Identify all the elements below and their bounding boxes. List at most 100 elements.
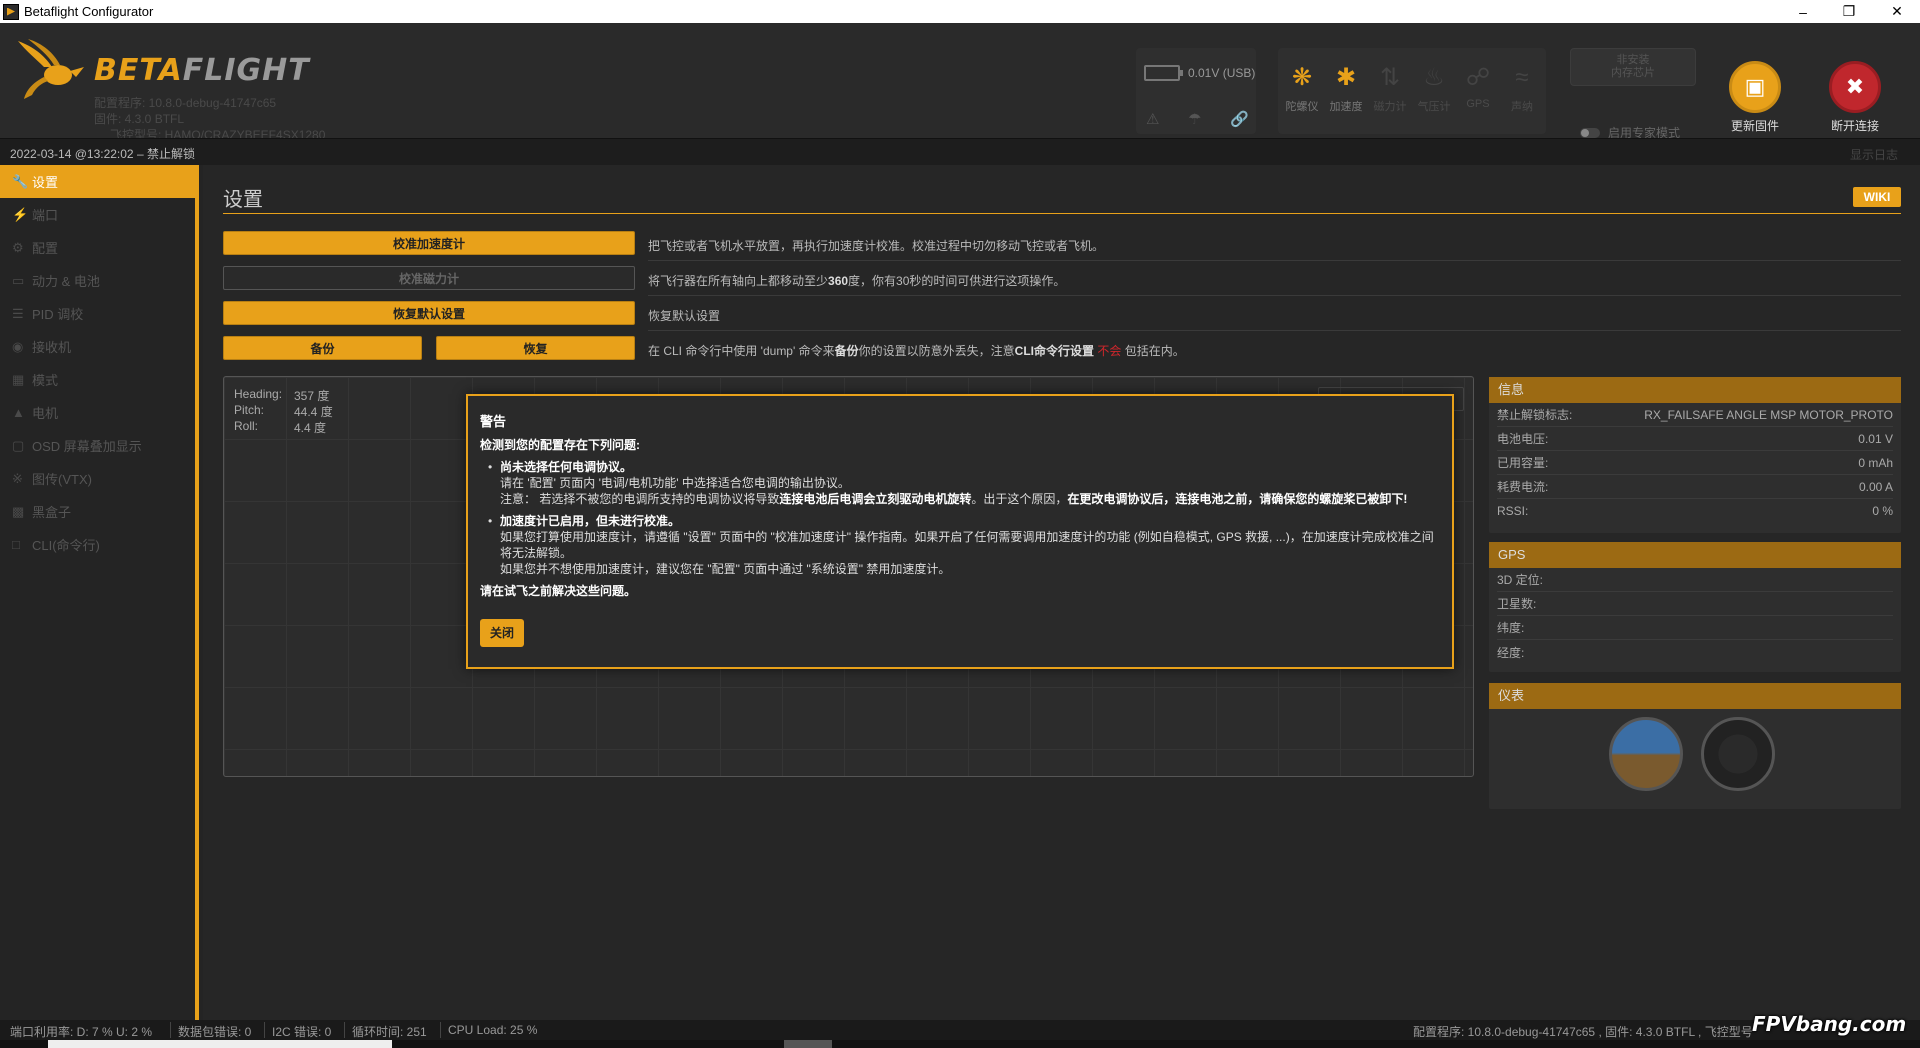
sidebar-item-motors[interactable]: ▲ 电机 [0,396,195,429]
divider [648,295,1901,296]
battery-icon: ▭ [12,272,25,288]
sidebar-item-osd[interactable]: ▢ OSD 屏幕叠加显示 [0,429,195,462]
sidebar-item-configuration[interactable]: ⚙ 配置 [0,231,195,264]
close-window-button[interactable]: ✕ [1874,0,1920,23]
info-panel: 信息 禁止解锁标志: RX_FAILSAFE ANGLE MSP MOTOR_PR… [1489,377,1901,533]
version-footer: 配置程序: 10.8.0-debug-41747c65 , 固件: 4.3.0 … [1413,1025,1753,1039]
restore-button[interactable]: ❐ [1826,0,1872,23]
link-icon: 🔗 [1230,111,1249,128]
dialog-title: 警告 [480,414,507,429]
info-row: 已用容量: 0 mAh [1497,451,1893,475]
chip-icon: ▣ [1729,61,1781,113]
sidebar-item-blackbox[interactable]: ▩ 黑盒子 [0,495,195,528]
dialog-intro: 检测到您的配置存在下列问题: [480,438,640,452]
info-row: 耗费电流: 0.00 A [1497,475,1893,499]
accel-calibration-description: 把飞控或者飞机水平放置，再执行加速度计校准。校准过程中切勿移动飞控或者飞机。 [648,239,1105,253]
sidebar-item-vtx[interactable]: ※ 图传(VTX) [0,462,195,495]
dialog-outro: 请在试飞之前解决这些问题。 [480,584,637,598]
version-info: 配置程序: 10.8.0-debug-41747c65 固件: 4.3.0 BT… [94,95,325,143]
cycle-time: 循环时间: 251 [352,1025,427,1039]
attitude-indicator-icon [1609,717,1683,791]
title-divider [223,213,1901,214]
taskbar-strip [0,1040,1920,1048]
wrench-icon: 🔧 [12,173,29,189]
battery-icon [1144,65,1183,81]
sensor-baro: ♨ 气压计 [1412,48,1456,134]
usb-disconnect-icon: ✖ [1829,61,1881,113]
sidebar-item-pid[interactable]: ☰ PID 调校 [0,297,195,330]
vtx-icon: ※ [12,470,23,486]
heading-readout: Heading: 357 度 [234,387,330,403]
bee-logo-icon [18,39,84,99]
sidebar-item-cli[interactable]: □ CLI(命令行) [0,528,195,561]
window-titlebar: Betaflight Configurator – ❐ ✕ [0,0,1920,23]
restore-button[interactable]: 恢复 [436,336,635,360]
gps-row: 纬度: [1497,616,1893,640]
flash-chip-button[interactable]: 非安装 内存芯片 [1570,48,1696,86]
issue-accelerometer: 加速度计已启用，但未进行校准。 如果您打算使用加速度计，请遵循 "设置" 页面中… [480,513,1445,577]
plug-icon: ⚡ [12,206,29,222]
sidebar-item-modes[interactable]: ▦ 模式 [0,363,195,396]
reset-description: 恢复默认设置 [648,309,721,323]
divider [440,1022,441,1038]
issue-esc-protocol: 尚未选择任何电调协议。 请在 '配置' 页面内 '电调/电机功能' 中选择适合您… [480,459,1445,507]
packet-errors: 数据包错误: 0 [178,1025,252,1039]
warning-icon: ⚠ [1146,111,1160,128]
taskbar-segment [48,1040,392,1048]
status-bar: 端口利用率: D: 7 % U: 2 % 数据包错误: 0 I2C 错误: 0 … [0,1020,1920,1040]
page-title: 设置 [223,189,263,211]
sidebar: 🔧 设置 ⚡ 端口 ⚙ 配置 ▭ 动力 & 电池 ☰ PID 调校 ◉ 接收机 ▦ 模式 ▲ 电… [0,165,199,1020]
gps-title: GPS [1489,542,1901,568]
dialog-close-button[interactable]: 关闭 [480,619,524,647]
sidebar-item-receiver[interactable]: ◉ 接收机 [0,330,195,363]
gps-row: 卫星数: [1497,592,1893,616]
sensor-gps: ☍ GPS [1456,48,1500,134]
backup-description: 在 CLI 命令行中使用 'dump' 命令来备份你的设置以防意外丢失，注意CL… [648,344,1185,358]
cpu-load: CPU Load: 25 % [448,1023,538,1037]
disconnect-button[interactable]: ✖ 断开连接 [1810,61,1900,134]
sidebar-item-power[interactable]: ▭ 动力 & 电池 [0,264,195,297]
sidebar-item-ports[interactable]: ⚡ 端口 [0,198,195,231]
firmware-version: 固件: 4.3.0 BTFL [94,112,185,126]
app-icon [3,3,19,20]
accel-icon: ✱ [1335,64,1357,91]
log-bar: 2022-03-14 @13:22:02 – 禁止解锁 显示日志 [0,138,1920,165]
show-log-link[interactable]: 显示日志 [1850,146,1898,163]
toggle-switch[interactable] [1580,127,1600,138]
divider [264,1022,265,1038]
info-row: RSSI: 0 % [1497,504,1893,518]
header: BETAFLIGHT 配置程序: 10.8.0-debug-41747c65 固… [0,23,1920,142]
blackbox-icon: ▩ [12,503,25,519]
sidebar-item-setup[interactable]: 🔧 设置 [0,165,195,198]
baro-icon: ♨ [1423,64,1445,91]
dialog-body: 检测到您的配置存在下列问题: 尚未选择任何电调协议。 请在 '配置' 页面内 '… [480,437,1445,599]
roll-readout: Roll: 4.4 度 [234,419,327,435]
sensor-gyro: ❋ 陀螺仪 [1280,48,1324,134]
gps-panel: GPS 3D 定位: 卫星数: 纬度: 经度: [1489,542,1901,672]
gear-icon: ⚙ [12,239,24,255]
divider [344,1022,345,1038]
info-row: 禁止解锁标志: RX_FAILSAFE ANGLE MSP MOTOR_PROTO [1497,403,1893,427]
failsafe-icon: ☂ [1188,111,1202,128]
heading-indicator-icon [1701,717,1775,791]
divider [170,1022,171,1038]
calibrate-accelerometer-button[interactable]: 校准加速度计 [223,231,635,255]
minimize-button[interactable]: – [1780,0,1826,23]
battery-voltage: 0.01V (USB) [1188,66,1256,80]
i2c-errors: I2C 错误: 0 [272,1025,332,1039]
osd-icon: ▢ [12,437,25,453]
info-title: 信息 [1489,377,1901,403]
taskbar-segment [784,1040,832,1048]
sensor-status: ❋ 陀螺仪 ✱ 加速度 ⇅ 磁力计 ♨ 气压计 ☍ GPS ≈ 声纳 [1278,48,1546,134]
backup-button[interactable]: 备份 [223,336,422,360]
sensor-accel: ✱ 加速度 [1324,48,1368,134]
motor-icon: ▲ [12,405,25,420]
calibrate-magnetometer-button[interactable]: 校准磁力计 [223,266,635,290]
reset-settings-button[interactable]: 恢复默认设置 [223,301,635,325]
wiki-button[interactable]: WIKI [1853,187,1901,207]
brand-wordmark: BETAFLIGHT [94,53,310,88]
update-firmware-button[interactable]: ▣ 更新固件 [1710,61,1800,134]
cli-icon: □ [12,537,20,552]
sensor-mag: ⇅ 磁力计 [1368,48,1412,134]
warning-dialog: 警告 检测到您的配置存在下列问题: 尚未选择任何电调协议。 请在 '配置' 页面… [466,394,1454,669]
